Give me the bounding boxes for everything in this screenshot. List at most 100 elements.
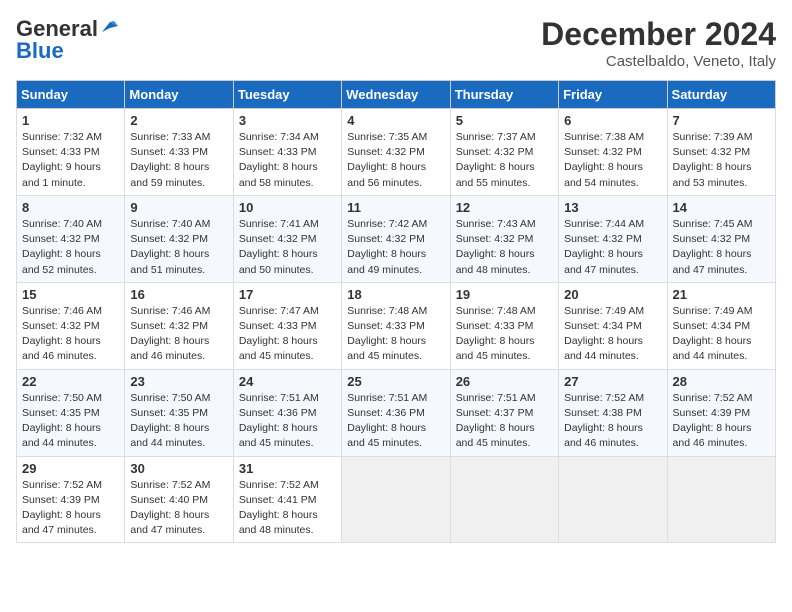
day-number: 11 xyxy=(347,200,444,215)
calendar-cell: 5 Sunrise: 7:37 AMSunset: 4:32 PMDaylight… xyxy=(450,109,558,196)
calendar-cell xyxy=(450,456,558,543)
month-title: December 2024 xyxy=(541,16,776,53)
cell-details: Sunrise: 7:39 AMSunset: 4:32 PMDaylight:… xyxy=(673,131,753,189)
cell-details: Sunrise: 7:52 AMSunset: 4:40 PMDaylight:… xyxy=(130,479,210,537)
day-number: 26 xyxy=(456,374,553,389)
calendar-week-1: 1 Sunrise: 7:32 AMSunset: 4:33 PMDaylight… xyxy=(17,109,776,196)
calendar-header-row: SundayMondayTuesdayWednesdayThursdayFrid… xyxy=(17,81,776,109)
calendar-cell: 26Sunrise: 7:51 AMSunset: 4:37 PMDayligh… xyxy=(450,369,558,456)
calendar-cell: 8 Sunrise: 7:40 AMSunset: 4:32 PMDaylight… xyxy=(17,195,125,282)
calendar-cell: 28 Sunrise: 7:52 AMSunset: 4:39 PMDayligh… xyxy=(667,369,775,456)
calendar-cell: 9Sunrise: 7:40 AMSunset: 4:32 PMDaylight… xyxy=(125,195,233,282)
calendar-table: SundayMondayTuesdayWednesdayThursdayFrid… xyxy=(16,80,776,543)
calendar-cell xyxy=(667,456,775,543)
location: Castelbaldo, Veneto, Italy xyxy=(541,53,776,70)
calendar-cell: 3 Sunrise: 7:34 AMSunset: 4:33 PMDaylight… xyxy=(233,109,341,196)
day-number: 2 xyxy=(130,113,227,128)
cell-details: Sunrise: 7:33 AMSunset: 4:33 PMDaylight:… xyxy=(130,131,210,189)
cell-details: Sunrise: 7:37 AMSunset: 4:32 PMDaylight:… xyxy=(456,131,536,189)
cell-details: Sunrise: 7:47 AMSunset: 4:33 PMDaylight:… xyxy=(239,305,319,363)
cell-details: Sunrise: 7:52 AMSunset: 4:39 PMDaylight:… xyxy=(673,392,753,450)
cell-details: Sunrise: 7:48 AMSunset: 4:33 PMDaylight:… xyxy=(456,305,536,363)
calendar-cell: 1 Sunrise: 7:32 AMSunset: 4:33 PMDaylight… xyxy=(17,109,125,196)
cell-details: Sunrise: 7:46 AMSunset: 4:32 PMDaylight:… xyxy=(22,305,102,363)
calendar-cell: 15 Sunrise: 7:46 AMSunset: 4:32 PMDayligh… xyxy=(17,282,125,369)
cell-details: Sunrise: 7:45 AMSunset: 4:32 PMDaylight:… xyxy=(673,218,753,276)
calendar-cell: 23 Sunrise: 7:50 AMSunset: 4:35 PMDayligh… xyxy=(125,369,233,456)
day-number: 5 xyxy=(456,113,553,128)
cell-details: Sunrise: 7:38 AMSunset: 4:32 PMDaylight:… xyxy=(564,131,644,189)
header-wednesday: Wednesday xyxy=(342,81,450,109)
calendar-cell: 27 Sunrise: 7:52 AMSunset: 4:38 PMDayligh… xyxy=(559,369,667,456)
day-number: 18 xyxy=(347,287,444,302)
header-sunday: Sunday xyxy=(17,81,125,109)
cell-details: Sunrise: 7:48 AMSunset: 4:33 PMDaylight:… xyxy=(347,305,427,363)
cell-details: Sunrise: 7:40 AMSunset: 4:32 PMDaylight:… xyxy=(22,218,102,276)
calendar-cell: 2 Sunrise: 7:33 AMSunset: 4:33 PMDaylight… xyxy=(125,109,233,196)
day-number: 29 xyxy=(22,461,119,476)
day-number: 7 xyxy=(673,113,770,128)
day-number: 24 xyxy=(239,374,336,389)
cell-details: Sunrise: 7:32 AMSunset: 4:33 PMDaylight:… xyxy=(22,131,102,189)
day-number: 17 xyxy=(239,287,336,302)
cell-details: Sunrise: 7:34 AMSunset: 4:33 PMDaylight:… xyxy=(239,131,319,189)
day-number: 8 xyxy=(22,200,119,215)
day-number: 3 xyxy=(239,113,336,128)
calendar-body: 1 Sunrise: 7:32 AMSunset: 4:33 PMDaylight… xyxy=(17,109,776,543)
calendar-cell: 10 Sunrise: 7:41 AMSunset: 4:32 PMDayligh… xyxy=(233,195,341,282)
day-number: 28 xyxy=(673,374,770,389)
day-number: 13 xyxy=(564,200,661,215)
calendar-cell: 25 Sunrise: 7:51 AMSunset: 4:36 PMDayligh… xyxy=(342,369,450,456)
cell-details: Sunrise: 7:50 AMSunset: 4:35 PMDaylight:… xyxy=(130,392,210,450)
calendar-cell xyxy=(342,456,450,543)
day-number: 12 xyxy=(456,200,553,215)
day-number: 15 xyxy=(22,287,119,302)
calendar-week-2: 8 Sunrise: 7:40 AMSunset: 4:32 PMDaylight… xyxy=(17,195,776,282)
calendar-cell: 20Sunrise: 7:49 AMSunset: 4:34 PMDayligh… xyxy=(559,282,667,369)
day-number: 25 xyxy=(347,374,444,389)
day-number: 1 xyxy=(22,113,119,128)
day-number: 31 xyxy=(239,461,336,476)
page-header: General Blue December 2024 Castelbaldo, … xyxy=(16,16,776,70)
header-saturday: Saturday xyxy=(667,81,775,109)
calendar-week-3: 15 Sunrise: 7:46 AMSunset: 4:32 PMDayligh… xyxy=(17,282,776,369)
day-number: 23 xyxy=(130,374,227,389)
calendar-cell: 30 Sunrise: 7:52 AMSunset: 4:40 PMDayligh… xyxy=(125,456,233,543)
day-number: 30 xyxy=(130,461,227,476)
day-number: 10 xyxy=(239,200,336,215)
header-thursday: Thursday xyxy=(450,81,558,109)
calendar-cell: 12 Sunrise: 7:43 AMSunset: 4:32 PMDayligh… xyxy=(450,195,558,282)
day-number: 27 xyxy=(564,374,661,389)
calendar-cell: 24Sunrise: 7:51 AMSunset: 4:36 PMDayligh… xyxy=(233,369,341,456)
calendar-cell: 17 Sunrise: 7:47 AMSunset: 4:33 PMDayligh… xyxy=(233,282,341,369)
day-number: 14 xyxy=(673,200,770,215)
calendar-cell: 13 Sunrise: 7:44 AMSunset: 4:32 PMDayligh… xyxy=(559,195,667,282)
cell-details: Sunrise: 7:41 AMSunset: 4:32 PMDaylight:… xyxy=(239,218,319,276)
cell-details: Sunrise: 7:43 AMSunset: 4:32 PMDaylight:… xyxy=(456,218,536,276)
cell-details: Sunrise: 7:51 AMSunset: 4:36 PMDaylight:… xyxy=(347,392,427,450)
header-monday: Monday xyxy=(125,81,233,109)
day-number: 20 xyxy=(564,287,661,302)
logo: General Blue xyxy=(16,16,118,64)
calendar-cell: 14 Sunrise: 7:45 AMSunset: 4:32 PMDayligh… xyxy=(667,195,775,282)
day-number: 6 xyxy=(564,113,661,128)
calendar-week-5: 29 Sunrise: 7:52 AMSunset: 4:39 PMDayligh… xyxy=(17,456,776,543)
calendar-cell: 7 Sunrise: 7:39 AMSunset: 4:32 PMDaylight… xyxy=(667,109,775,196)
calendar-cell: 29 Sunrise: 7:52 AMSunset: 4:39 PMDayligh… xyxy=(17,456,125,543)
day-number: 4 xyxy=(347,113,444,128)
cell-details: Sunrise: 7:50 AMSunset: 4:35 PMDaylight:… xyxy=(22,392,102,450)
header-friday: Friday xyxy=(559,81,667,109)
cell-details: Sunrise: 7:46 AMSunset: 4:32 PMDaylight:… xyxy=(130,305,210,363)
cell-details: Sunrise: 7:42 AMSunset: 4:32 PMDaylight:… xyxy=(347,218,427,276)
cell-details: Sunrise: 7:52 AMSunset: 4:41 PMDaylight:… xyxy=(239,479,319,537)
cell-details: Sunrise: 7:49 AMSunset: 4:34 PMDaylight:… xyxy=(673,305,753,363)
day-number: 19 xyxy=(456,287,553,302)
logo-bird-icon xyxy=(100,18,118,36)
cell-details: Sunrise: 7:44 AMSunset: 4:32 PMDaylight:… xyxy=(564,218,644,276)
calendar-cell: 21Sunrise: 7:49 AMSunset: 4:34 PMDayligh… xyxy=(667,282,775,369)
cell-details: Sunrise: 7:52 AMSunset: 4:38 PMDaylight:… xyxy=(564,392,644,450)
cell-details: Sunrise: 7:52 AMSunset: 4:39 PMDaylight:… xyxy=(22,479,102,537)
calendar-cell: 4Sunrise: 7:35 AMSunset: 4:32 PMDaylight… xyxy=(342,109,450,196)
calendar-cell: 31 Sunrise: 7:52 AMSunset: 4:41 PMDayligh… xyxy=(233,456,341,543)
calendar-cell: 11 Sunrise: 7:42 AMSunset: 4:32 PMDayligh… xyxy=(342,195,450,282)
